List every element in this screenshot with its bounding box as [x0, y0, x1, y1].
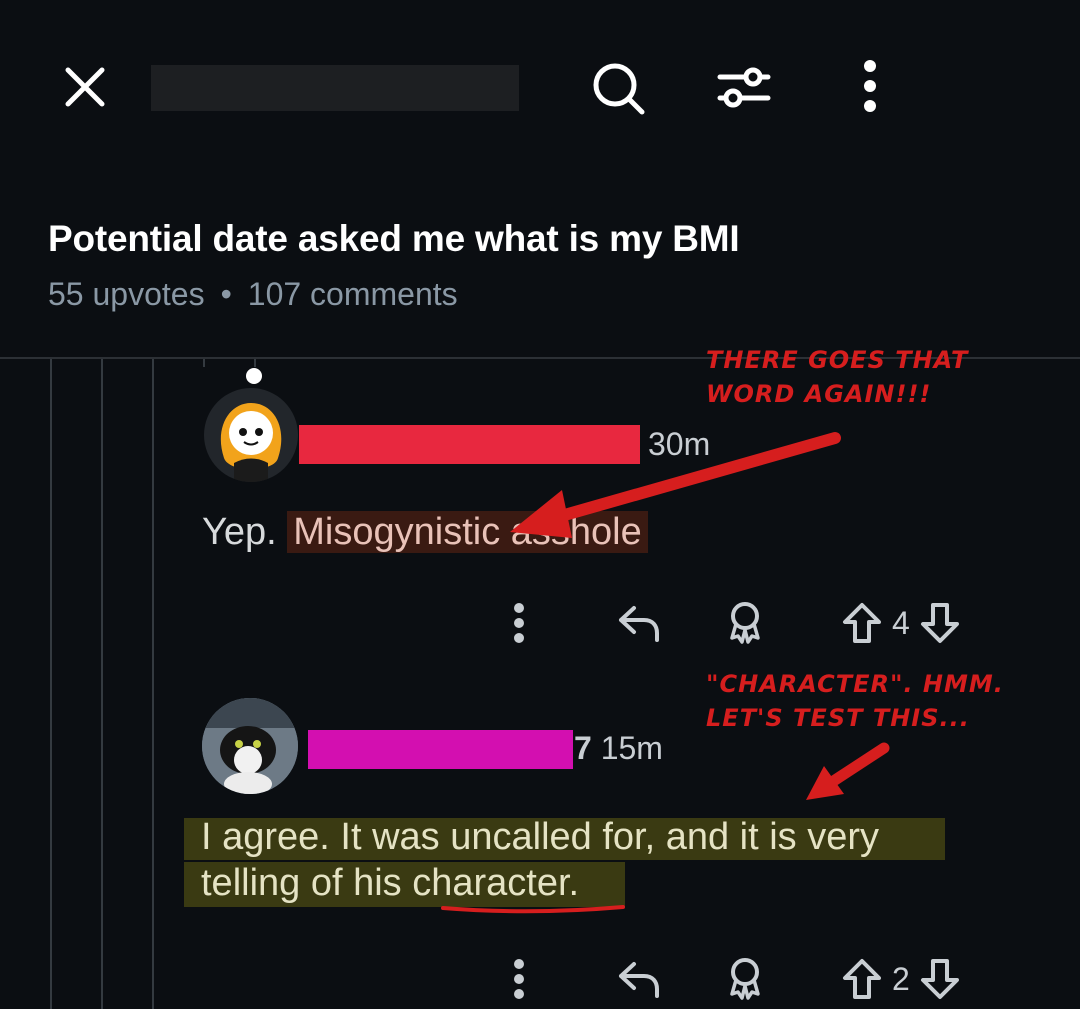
comment-actions: 2: [506, 956, 962, 1002]
search-icon[interactable]: [588, 58, 648, 118]
annotation-line: Let's test this...: [706, 704, 970, 732]
annotation-note-1: There goes that word again!!!: [706, 343, 968, 411]
post-title[interactable]: Potential date asked me what is my BMI: [48, 218, 740, 260]
more-vertical-icon[interactable]: [852, 58, 888, 114]
comment-text: Yep.: [202, 511, 277, 553]
comment-text-line-2: telling of his character.: [201, 862, 579, 905]
reply-icon[interactable]: [616, 600, 662, 646]
thread-line-stub: [203, 359, 205, 367]
vote-count: 2: [892, 960, 910, 997]
avatar[interactable]: [204, 388, 298, 482]
comment-actions: 4: [506, 600, 962, 646]
avatar[interactable]: [202, 698, 298, 794]
avatar-antenna: [246, 368, 262, 384]
thread-line[interactable]: [50, 359, 52, 1009]
redacted-subreddit-name: [151, 65, 519, 111]
upvote-count: 55 upvotes: [48, 276, 205, 312]
annotation-line: There goes that: [706, 346, 969, 374]
award-icon[interactable]: [722, 600, 768, 646]
thread-line[interactable]: [101, 359, 103, 1009]
arrow-annotation-2: [798, 738, 898, 813]
highlighted-word: character.: [412, 862, 580, 904]
comment-text: telling of his: [201, 862, 413, 904]
post-stats: 55 upvotes • 107 comments: [48, 276, 458, 313]
underline-annotation: [440, 900, 626, 921]
annotation-note-2: "Character". Hmm. Let's test this...: [706, 667, 1004, 735]
comment-time: 15m: [600, 730, 663, 766]
award-icon[interactable]: [722, 956, 768, 1002]
reply-icon[interactable]: [616, 956, 662, 1002]
redacted-username: [308, 730, 573, 769]
arrow-annotation-1: [500, 420, 850, 555]
comment-text-line-1: I agree. It was uncalled for, and it is …: [201, 816, 880, 858]
more-options-icon[interactable]: [506, 957, 532, 1001]
thread-line[interactable]: [152, 359, 154, 1009]
sort-filter-icon[interactable]: [716, 60, 772, 116]
comment-count: 107 comments: [247, 276, 458, 312]
comment-timestamp: 7 15m: [574, 730, 663, 767]
karma-fragment: 7: [574, 730, 592, 766]
annotation-line: "Character". Hmm.: [706, 670, 1004, 698]
separator-dot: •: [220, 276, 232, 312]
more-options-icon[interactable]: [506, 601, 532, 645]
close-icon[interactable]: [60, 62, 110, 112]
downvote-icon[interactable]: [918, 601, 962, 645]
thread-line-stub: [254, 359, 256, 367]
upvote-icon[interactable]: [840, 601, 884, 645]
upvote-icon[interactable]: [840, 957, 884, 1001]
annotation-line: word again!!!: [706, 380, 932, 408]
vote-count: 4: [892, 604, 910, 641]
downvote-icon[interactable]: [918, 957, 962, 1001]
